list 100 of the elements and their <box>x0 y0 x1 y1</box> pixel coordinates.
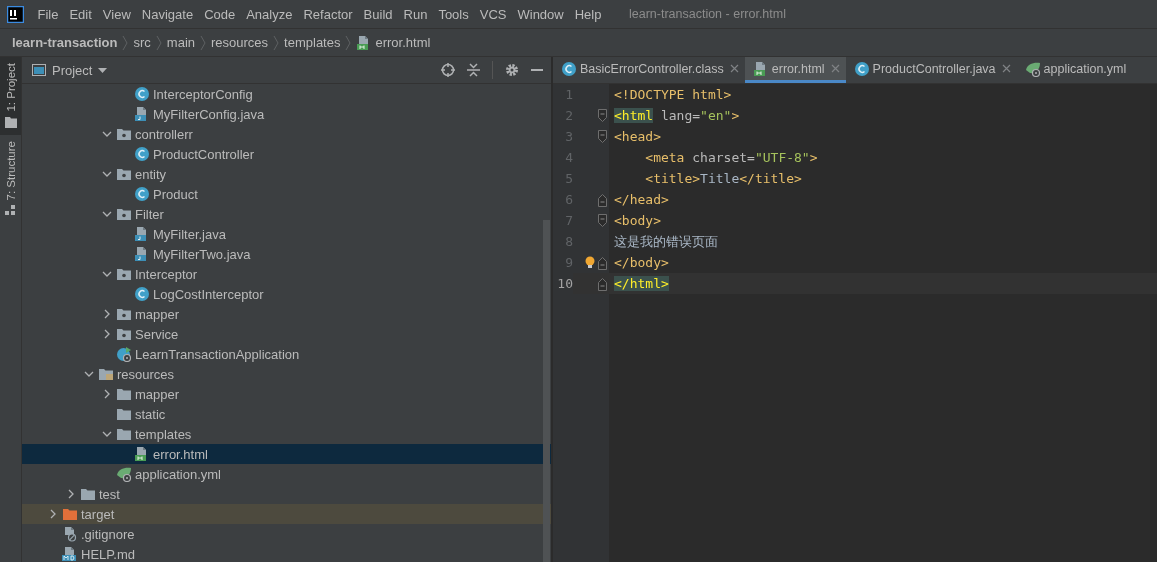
tree-item[interactable]: application.yml <box>22 464 551 484</box>
tree-item[interactable]: target <box>22 504 551 524</box>
resources-folder-icon <box>98 366 114 382</box>
close-icon[interactable] <box>729 64 739 73</box>
editor-tab[interactable]: application.yml <box>1016 57 1133 83</box>
breadcrumb-item[interactable]: error.html <box>356 34 431 51</box>
breadcrumb-item[interactable]: src <box>133 35 151 50</box>
code-line: <title>Title</title> <box>644 171 802 186</box>
tree-item[interactable]: resources <box>22 364 551 384</box>
tree-item[interactable]: static <box>22 404 551 424</box>
class-icon <box>134 186 150 202</box>
class-icon <box>134 86 150 102</box>
tree-item[interactable]: test <box>22 484 551 504</box>
breadcrumb-item[interactable]: main <box>166 35 195 50</box>
folder-icon <box>80 486 96 502</box>
locate-icon[interactable] <box>441 63 455 77</box>
dropdown-caret-icon <box>98 67 108 73</box>
code-line: 这是我的错误页面 <box>614 232 718 251</box>
package-icon <box>116 206 132 222</box>
menu-item[interactable]: Help <box>569 6 607 22</box>
editor-tab[interactable]: BasicErrorController.class <box>553 57 745 83</box>
scrollbar[interactable] <box>543 220 550 562</box>
editor-tab[interactable]: ProductController.java <box>845 57 1017 83</box>
class-icon <box>853 60 870 77</box>
tree-item[interactable]: ProductController <box>22 144 551 164</box>
menu-item[interactable]: Tools <box>432 6 475 22</box>
menu-item[interactable]: Build <box>358 6 398 22</box>
tree-item[interactable]: LogCostInterceptor <box>22 284 551 304</box>
breadcrumb-item[interactable]: resources <box>211 35 269 50</box>
code-line: </body> <box>614 255 669 270</box>
breadcrumb-item[interactable]: templates <box>284 35 341 50</box>
collapse-all-icon[interactable] <box>467 63 480 77</box>
run-class-icon <box>116 346 132 362</box>
structure-icon <box>5 205 16 217</box>
tree-item[interactable]: controllerr <box>22 124 551 144</box>
markdown-file-icon <box>62 546 78 562</box>
panel-view-icon <box>32 64 46 76</box>
folder-icon <box>62 506 78 522</box>
package-icon <box>116 126 132 142</box>
separator-icon <box>273 34 280 51</box>
code-line: <body> <box>614 213 661 228</box>
code-line: <!DOCTYPE html> <box>614 87 732 102</box>
menu-item[interactable]: VCS <box>474 6 512 22</box>
folder-icon <box>116 426 132 442</box>
window-title: learn-transaction - error.html <box>628 7 786 21</box>
tree-item[interactable]: HELP.md <box>22 544 551 562</box>
menu-item[interactable]: Code <box>198 6 241 22</box>
ignored-file-icon <box>62 526 78 542</box>
folder-icon <box>116 406 132 422</box>
separator-icon <box>122 34 129 51</box>
leaf-icon <box>1024 60 1041 77</box>
tree-item[interactable]: templates <box>22 424 551 444</box>
menu-item[interactable]: Run <box>398 6 433 22</box>
tree-item[interactable]: Filter <box>22 204 551 224</box>
menu-item[interactable]: Navigate <box>136 6 199 22</box>
tree-item[interactable]: MyFilter.java <box>22 224 551 244</box>
class-icon <box>134 146 150 162</box>
menu-item[interactable]: Window <box>511 6 570 22</box>
close-icon[interactable] <box>1001 64 1011 73</box>
tree-item[interactable]: mapper <box>22 384 551 404</box>
package-icon <box>116 326 132 342</box>
folder-icon <box>4 116 17 128</box>
tree-item[interactable]: Product <box>22 184 551 204</box>
class-icon <box>561 60 577 77</box>
tree-item[interactable]: LearnTransactionApplication <box>22 344 551 364</box>
menu-item[interactable]: Analyze <box>240 6 298 22</box>
separator-icon <box>200 34 206 51</box>
menu-item[interactable]: File <box>32 6 64 22</box>
tree-item[interactable]: error.html <box>22 444 551 464</box>
separator-icon <box>345 34 352 51</box>
code-line: <html lang="en"> <box>614 108 740 123</box>
menu-item[interactable]: View <box>97 6 137 22</box>
tree-item[interactable]: .gitignore <box>22 524 551 544</box>
leaf-icon <box>116 466 132 482</box>
code-line: </head> <box>614 192 669 207</box>
class-icon <box>134 286 150 302</box>
package-icon <box>116 266 132 282</box>
menu-item[interactable]: Refactor <box>297 6 359 22</box>
line-number: 10 <box>556 276 573 291</box>
tree-item[interactable]: entity <box>22 164 551 184</box>
tool-window-tab[interactable]: 1: Project <box>0 57 21 135</box>
settings-icon[interactable] <box>505 63 519 77</box>
tool-window-tab[interactable]: 7: Structure <box>0 134 21 224</box>
editor-tab[interactable]: error.html <box>744 57 846 83</box>
tree-item[interactable]: MyFilterConfig.java <box>22 104 551 124</box>
breadcrumb-item[interactable]: learn-transaction <box>12 35 118 50</box>
app-logo-icon[interactable] <box>7 5 24 23</box>
tree-item[interactable]: mapper <box>22 304 551 324</box>
tree-item[interactable]: InterceptorConfig <box>22 84 551 104</box>
tree-item[interactable]: Service <box>22 324 551 344</box>
folder-icon <box>116 386 132 402</box>
code-line: <meta charset="UTF-8"> <box>644 150 818 165</box>
package-icon <box>116 306 132 322</box>
separator-icon <box>155 34 162 51</box>
tree-item[interactable]: Interceptor <box>22 264 551 284</box>
menu-item[interactable]: Edit <box>63 6 98 22</box>
package-icon <box>116 166 132 182</box>
view-selector[interactable]: Project <box>32 62 108 78</box>
code-line: <head> <box>614 129 661 144</box>
tree-item[interactable]: MyFilterTwo.java <box>22 244 551 264</box>
